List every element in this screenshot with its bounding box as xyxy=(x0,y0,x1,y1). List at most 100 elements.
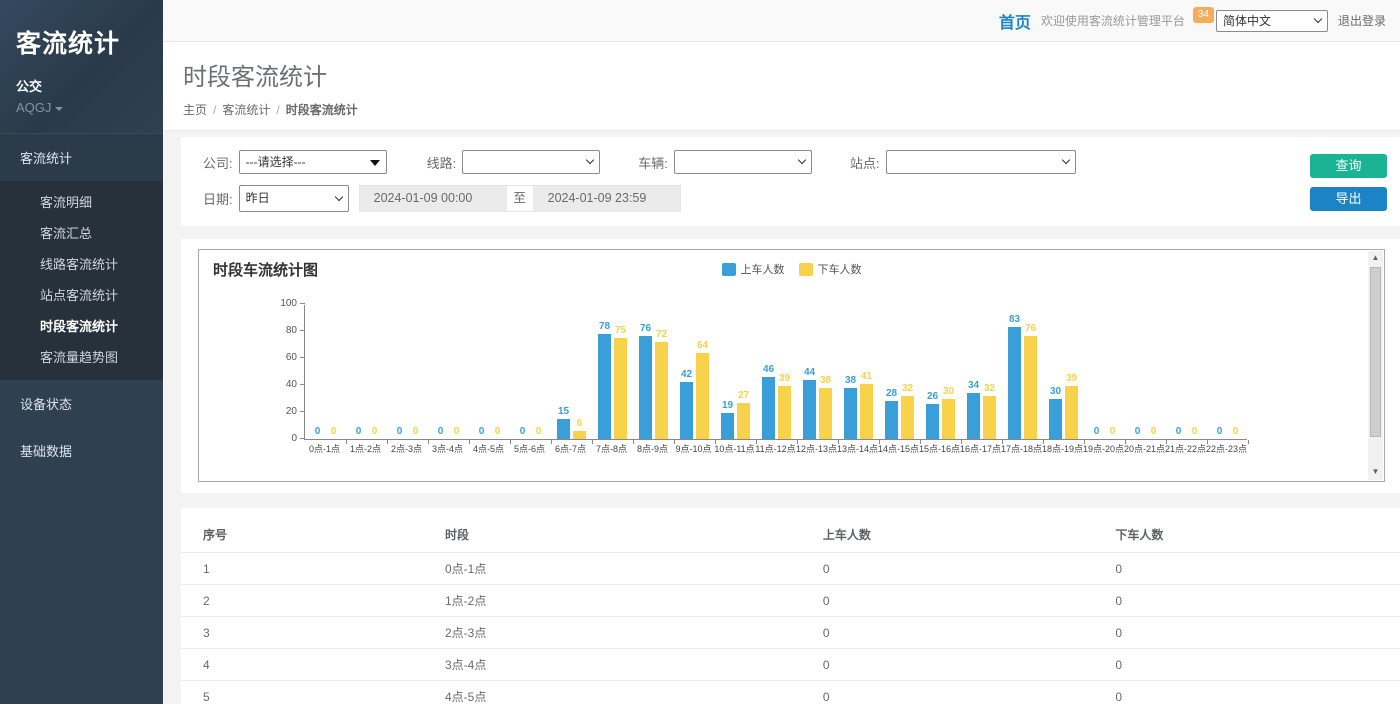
x-axis-label-text: 11点-12点 xyxy=(755,444,795,454)
bar xyxy=(639,336,652,439)
date-preset-select[interactable]: 昨日 xyxy=(239,185,349,212)
date-to-separator: 至 xyxy=(507,185,533,212)
bar-value-label: 44 xyxy=(804,367,815,378)
station-select[interactable] xyxy=(886,150,1076,174)
notification-badge[interactable]: 34 xyxy=(1193,7,1214,23)
bar xyxy=(737,403,750,439)
station-label: 站点: xyxy=(850,153,880,172)
bar-column: 0 xyxy=(327,305,340,439)
chevron-down-icon xyxy=(1061,156,1069,164)
chart-category: 3039 xyxy=(1043,305,1084,439)
x-axis-label: 4点-5点 xyxy=(468,444,509,454)
legend-swatch xyxy=(722,263,736,276)
bar xyxy=(614,338,627,439)
language-select[interactable]: 简体中文 xyxy=(1216,10,1328,32)
y-axis-tick-label: 0 xyxy=(267,434,297,444)
bar-value-label: 15 xyxy=(558,406,569,417)
sidebar-item[interactable]: 线路客流统计 xyxy=(0,248,163,279)
bar-value-label: 26 xyxy=(927,391,938,402)
x-axis-label: 20点-21点 xyxy=(1124,444,1165,454)
x-axis-label-text: 21点-22点 xyxy=(1165,444,1206,454)
x-axis-label-text: 4点-5点 xyxy=(473,444,504,454)
bar-value-label: 0 xyxy=(1192,426,1198,437)
table-cell: 0 xyxy=(815,553,1108,585)
logout-link[interactable]: 退出登录 xyxy=(1338,12,1386,29)
data-table-panel: 序号时段上车人数下车人数 10点-1点0021点-2点0032点-3点0043点… xyxy=(181,508,1400,704)
table-cell: 0 xyxy=(1107,585,1400,617)
home-link[interactable]: 首页 xyxy=(999,9,1031,33)
chart-category: 2832 xyxy=(879,305,920,439)
app-logo: 客流统计 xyxy=(16,24,147,60)
date-from-input[interactable]: 2024-01-09 00:00 xyxy=(359,185,507,212)
scroll-down-icon[interactable]: ▼ xyxy=(1372,466,1380,479)
bar xyxy=(762,377,775,439)
chart-category: 00 xyxy=(428,305,469,439)
legend-label: 下车人数 xyxy=(818,261,862,277)
chart-legend: 上车人数 下车人数 xyxy=(722,261,862,277)
table-cell: 0点-1点 xyxy=(437,553,815,585)
export-button[interactable]: 导出 xyxy=(1310,187,1387,211)
x-axis-label-text: 1点-2点 xyxy=(350,444,381,454)
bar xyxy=(819,388,832,439)
chevron-down-icon xyxy=(586,156,594,164)
legend-swatch xyxy=(799,263,813,276)
bar xyxy=(696,353,709,439)
bar-value-label: 0 xyxy=(1217,426,1223,437)
bar-value-label: 0 xyxy=(413,426,419,437)
scroll-up-icon[interactable]: ▲ xyxy=(1372,252,1380,265)
chart-category: 3841 xyxy=(838,305,879,439)
table-header-cell: 时段 xyxy=(437,517,815,553)
table-row: 21点-2点00 xyxy=(181,585,1400,617)
bar-value-label: 0 xyxy=(1094,426,1100,437)
table-row: 32点-3点00 xyxy=(181,617,1400,649)
chart-box: 时段车流统计图 上车人数下车人数 02040608010000000000000… xyxy=(198,249,1385,482)
page-header: 时段客流统计 主页/客流统计/时段客流统计 xyxy=(163,42,1400,131)
bar-value-label: 83 xyxy=(1009,314,1020,325)
bar-column: 41 xyxy=(860,305,873,439)
sidebar-section-device-status[interactable]: 设备状态 xyxy=(0,380,163,427)
bar-value-label: 78 xyxy=(599,321,610,332)
topbar: 首页 欢迎使用客流统计管理平台 34 简体中文 退出登录 xyxy=(163,0,1400,42)
sidebar-item[interactable]: 客流量趋势图 xyxy=(0,341,163,372)
filter-row-1: 公司: ---请选择--- 线路: 车辆: 站点: xyxy=(203,150,1385,174)
legend-item[interactable]: 上车人数 xyxy=(722,261,785,277)
sidebar-item[interactable]: 站点客流统计 xyxy=(0,279,163,310)
x-axis-label: 10点-11点 xyxy=(714,444,755,454)
sidebar-section-base-data[interactable]: 基础数据 xyxy=(0,427,163,474)
sidebar-item[interactable]: 客流明细 xyxy=(0,186,163,217)
bar-value-label: 0 xyxy=(356,426,362,437)
sidebar-item[interactable]: 客流汇总 xyxy=(0,217,163,248)
user-menu[interactable]: AQGJ xyxy=(16,100,147,115)
scrollbar-thumb[interactable] xyxy=(1370,267,1381,437)
bar xyxy=(573,431,586,439)
bar-value-label: 27 xyxy=(738,390,749,401)
chart-vertical-scrollbar[interactable]: ▲ ▼ xyxy=(1368,251,1383,480)
data-table: 序号时段上车人数下车人数 10点-1点0021点-2点0032点-3点0043点… xyxy=(181,517,1400,704)
bar-column: 26 xyxy=(926,305,939,439)
table-cell: 5 xyxy=(181,681,437,704)
breadcrumb-item[interactable]: 主页 xyxy=(183,103,207,117)
chart-category: 4438 xyxy=(797,305,838,439)
chart-category: 00 xyxy=(305,305,346,439)
x-axis-label-text: 22点-23点 xyxy=(1206,444,1247,454)
company-select[interactable]: ---请选择--- xyxy=(239,150,387,174)
x-axis-label-text: 18点-19点 xyxy=(1042,444,1083,454)
dropdown-triangle-icon xyxy=(370,160,380,166)
sidebar-item[interactable]: 时段客流统计 xyxy=(0,310,163,341)
x-axis-label-text: 19点-20点 xyxy=(1083,444,1124,454)
bar-value-label: 0 xyxy=(536,426,542,437)
query-button[interactable]: 查询 xyxy=(1310,154,1387,178)
bar-column: 0 xyxy=(1106,305,1119,439)
date-to-input[interactable]: 2024-01-09 23:59 xyxy=(533,185,681,212)
bar xyxy=(983,396,996,439)
bar-value-label: 32 xyxy=(984,383,995,394)
vehicle-select[interactable] xyxy=(674,150,812,174)
date-range-group: 2024-01-09 00:00 至 2024-01-09 23:59 xyxy=(359,185,681,212)
bar-value-label: 0 xyxy=(1233,426,1239,437)
breadcrumb-item[interactable]: 客流统计 xyxy=(222,103,270,117)
breadcrumb-separator: / xyxy=(213,103,216,117)
legend-item[interactable]: 下车人数 xyxy=(799,261,862,277)
bar-column: 32 xyxy=(983,305,996,439)
line-select[interactable] xyxy=(462,150,600,174)
sidebar-section-passenger-stats[interactable]: 客流统计 xyxy=(0,133,163,181)
